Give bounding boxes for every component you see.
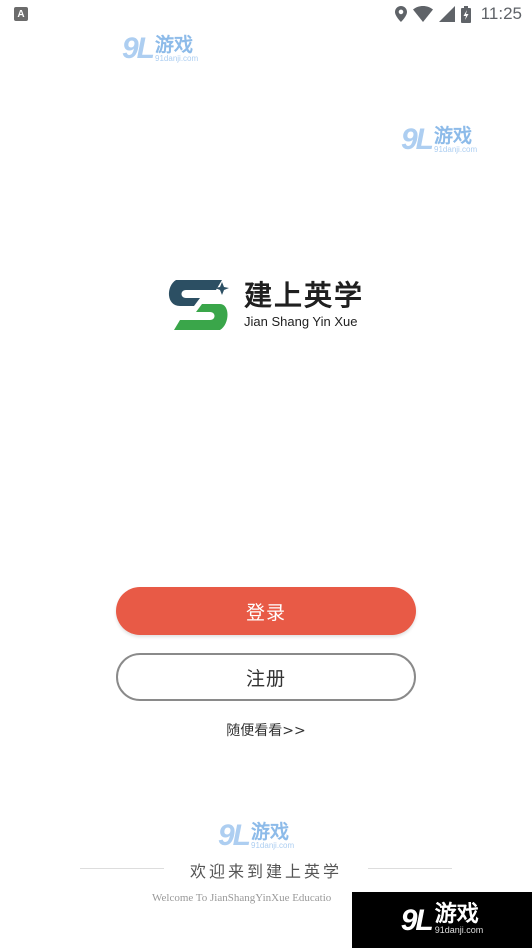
footer-divider-right	[368, 868, 452, 869]
app-title-zh: 建上英学	[244, 278, 365, 312]
corner-watermark-91danji: 9L 游戏 91danji.com	[352, 892, 532, 948]
cellular-signal-icon	[438, 6, 455, 22]
browse-link-label[interactable]: 随便看看>>	[226, 723, 305, 739]
app-title-en: Jian Shang Yin Xue	[244, 314, 358, 330]
watermark-number: 9L	[122, 32, 155, 65]
corner-watermark-brand: 游戏	[434, 902, 479, 928]
watermark-91danji: 9L 游戏 91danji.com	[218, 821, 294, 851]
status-bar: A 11:25	[0, 0, 532, 28]
watermark-number: 9L	[401, 123, 434, 156]
browse-link[interactable]: 随便看看>>	[0, 720, 532, 740]
notification-app-icon: A	[14, 7, 28, 21]
wifi-icon	[412, 6, 433, 22]
watermark-brand: 游戏	[251, 821, 290, 844]
watermark-domain: 91danji.com	[155, 54, 199, 64]
status-clock: 11:25	[480, 4, 522, 23]
logo-s-mark-icon	[168, 280, 229, 330]
watermark-domain: 91danji.com	[251, 841, 295, 851]
location-icon	[394, 6, 407, 22]
app-logo: 建上英学 Jian Shang Yin Xue	[166, 278, 364, 332]
watermark-91danji: 9L 游戏 91danji.com	[401, 125, 477, 155]
register-button[interactable]: 注册	[116, 653, 416, 701]
watermark-91danji: 9L 游戏 91danji.com	[122, 34, 198, 64]
watermark-brand: 游戏	[434, 125, 473, 148]
battery-charging-icon	[460, 5, 471, 23]
corner-watermark-domain: 91danji.com	[434, 925, 484, 936]
welcome-text-zh: 欢迎来到建上英学	[189, 862, 342, 881]
watermark-domain: 91danji.com	[434, 145, 478, 155]
watermark-brand: 游戏	[155, 34, 194, 57]
corner-watermark-number: 9L	[400, 903, 434, 937]
watermark-number: 9L	[218, 819, 251, 852]
login-button[interactable]: 登录	[116, 587, 416, 635]
